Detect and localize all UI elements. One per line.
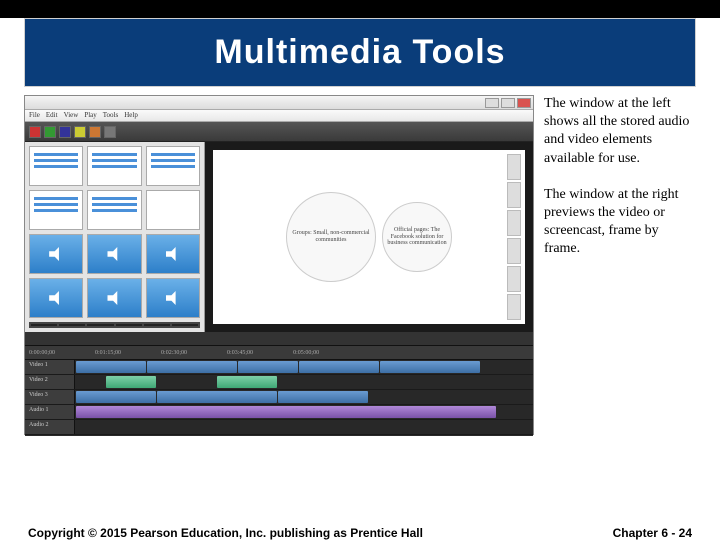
tab-icon xyxy=(116,324,142,326)
caption-text: The window at the left shows all the sto… xyxy=(544,95,696,168)
menu-item: Tools xyxy=(103,111,118,120)
media-thumb xyxy=(29,146,83,186)
color-swatch xyxy=(74,126,86,138)
media-thumb xyxy=(87,146,141,186)
menu-item: Play xyxy=(84,111,96,120)
clip xyxy=(238,361,298,373)
menu-item: File xyxy=(29,111,40,120)
menu-item: Edit xyxy=(46,111,58,120)
preview-bubble: Official pages: The Facebook solution fo… xyxy=(382,202,452,272)
timeline-toolbar xyxy=(25,332,533,346)
time-mark: 0:02:30;00 xyxy=(161,350,187,356)
toolbar xyxy=(25,122,533,142)
slide-strip xyxy=(507,154,521,320)
audio-thumb xyxy=(29,234,83,274)
clip xyxy=(217,376,277,388)
clip xyxy=(76,406,496,418)
close-icon xyxy=(517,98,531,108)
media-thumb xyxy=(146,190,200,230)
menu-item: View xyxy=(64,111,79,120)
time-mark: 0:05:00;00 xyxy=(293,350,319,356)
tab-icon xyxy=(144,324,170,326)
audio-thumb xyxy=(87,234,141,274)
page-indicator: Chapter 6 - 24 xyxy=(613,526,692,540)
clip xyxy=(157,391,277,403)
clip xyxy=(278,391,368,403)
clip xyxy=(106,376,156,388)
track-label: Video 1 xyxy=(25,360,75,374)
editor-midsection: Groups: Small, non-commercial communitie… xyxy=(25,142,533,332)
library-tabs xyxy=(29,322,200,328)
timeline-ruler: 0:00:00;00 0:01:15;00 0:02:30;00 0:03:45… xyxy=(25,346,533,360)
color-swatch xyxy=(29,126,41,138)
tab-icon xyxy=(172,324,198,326)
time-mark: 0:01:15;00 xyxy=(95,350,121,356)
window-titlebar xyxy=(25,96,533,110)
caption-column: The window at the left shows all the sto… xyxy=(544,95,696,435)
maximize-icon xyxy=(501,98,515,108)
clip xyxy=(147,361,237,373)
clip xyxy=(76,361,146,373)
track xyxy=(75,420,533,434)
audio-thumb xyxy=(146,234,200,274)
media-library xyxy=(25,142,205,332)
copyright-text: Copyright © 2015 Pearson Education, Inc.… xyxy=(28,526,423,540)
track-label: Video 2 xyxy=(25,375,75,389)
media-thumb xyxy=(146,146,200,186)
title-banner: Multimedia Tools xyxy=(24,18,696,87)
content-row: File Edit View Play Tools Help xyxy=(24,95,696,435)
audio-thumb xyxy=(87,278,141,318)
time-mark: 0:00:00;00 xyxy=(29,350,55,356)
tab-icon xyxy=(31,324,57,326)
track-label: Audio 2 xyxy=(25,420,75,434)
preview-panel: Groups: Small, non-commercial communitie… xyxy=(205,142,533,332)
preview-canvas: Groups: Small, non-commercial communitie… xyxy=(213,150,525,324)
caption-text: The window at the right previews the vid… xyxy=(544,186,696,259)
clip xyxy=(76,391,156,403)
menu-bar: File Edit View Play Tools Help xyxy=(25,110,533,122)
media-thumb xyxy=(87,190,141,230)
track xyxy=(75,390,533,404)
slide: Multimedia Tools File Edit View Play Too… xyxy=(0,18,720,558)
audio-thumb xyxy=(29,278,83,318)
tab-icon xyxy=(87,324,113,326)
track xyxy=(75,375,533,389)
track-label: Audio 1 xyxy=(25,405,75,419)
track-label: Video 3 xyxy=(25,390,75,404)
slide-title: Multimedia Tools xyxy=(25,33,695,72)
timeline: 0:00:00;00 0:01:15;00 0:02:30;00 0:03:45… xyxy=(25,332,533,436)
clip xyxy=(299,361,379,373)
minimize-icon xyxy=(485,98,499,108)
color-swatch xyxy=(44,126,56,138)
footer: Copyright © 2015 Pearson Education, Inc.… xyxy=(28,526,692,540)
track xyxy=(75,405,533,419)
tab-icon xyxy=(59,324,85,326)
menu-item: Help xyxy=(124,111,138,120)
color-swatch xyxy=(59,126,71,138)
time-mark: 0:03:45;00 xyxy=(227,350,253,356)
preview-bubble: Groups: Small, non-commercial communitie… xyxy=(286,192,376,282)
audio-thumb xyxy=(146,278,200,318)
media-thumb xyxy=(29,190,83,230)
clip xyxy=(380,361,480,373)
color-swatch xyxy=(89,126,101,138)
track xyxy=(75,360,533,374)
editor-screenshot: File Edit View Play Tools Help xyxy=(24,95,534,435)
color-swatch xyxy=(104,126,116,138)
